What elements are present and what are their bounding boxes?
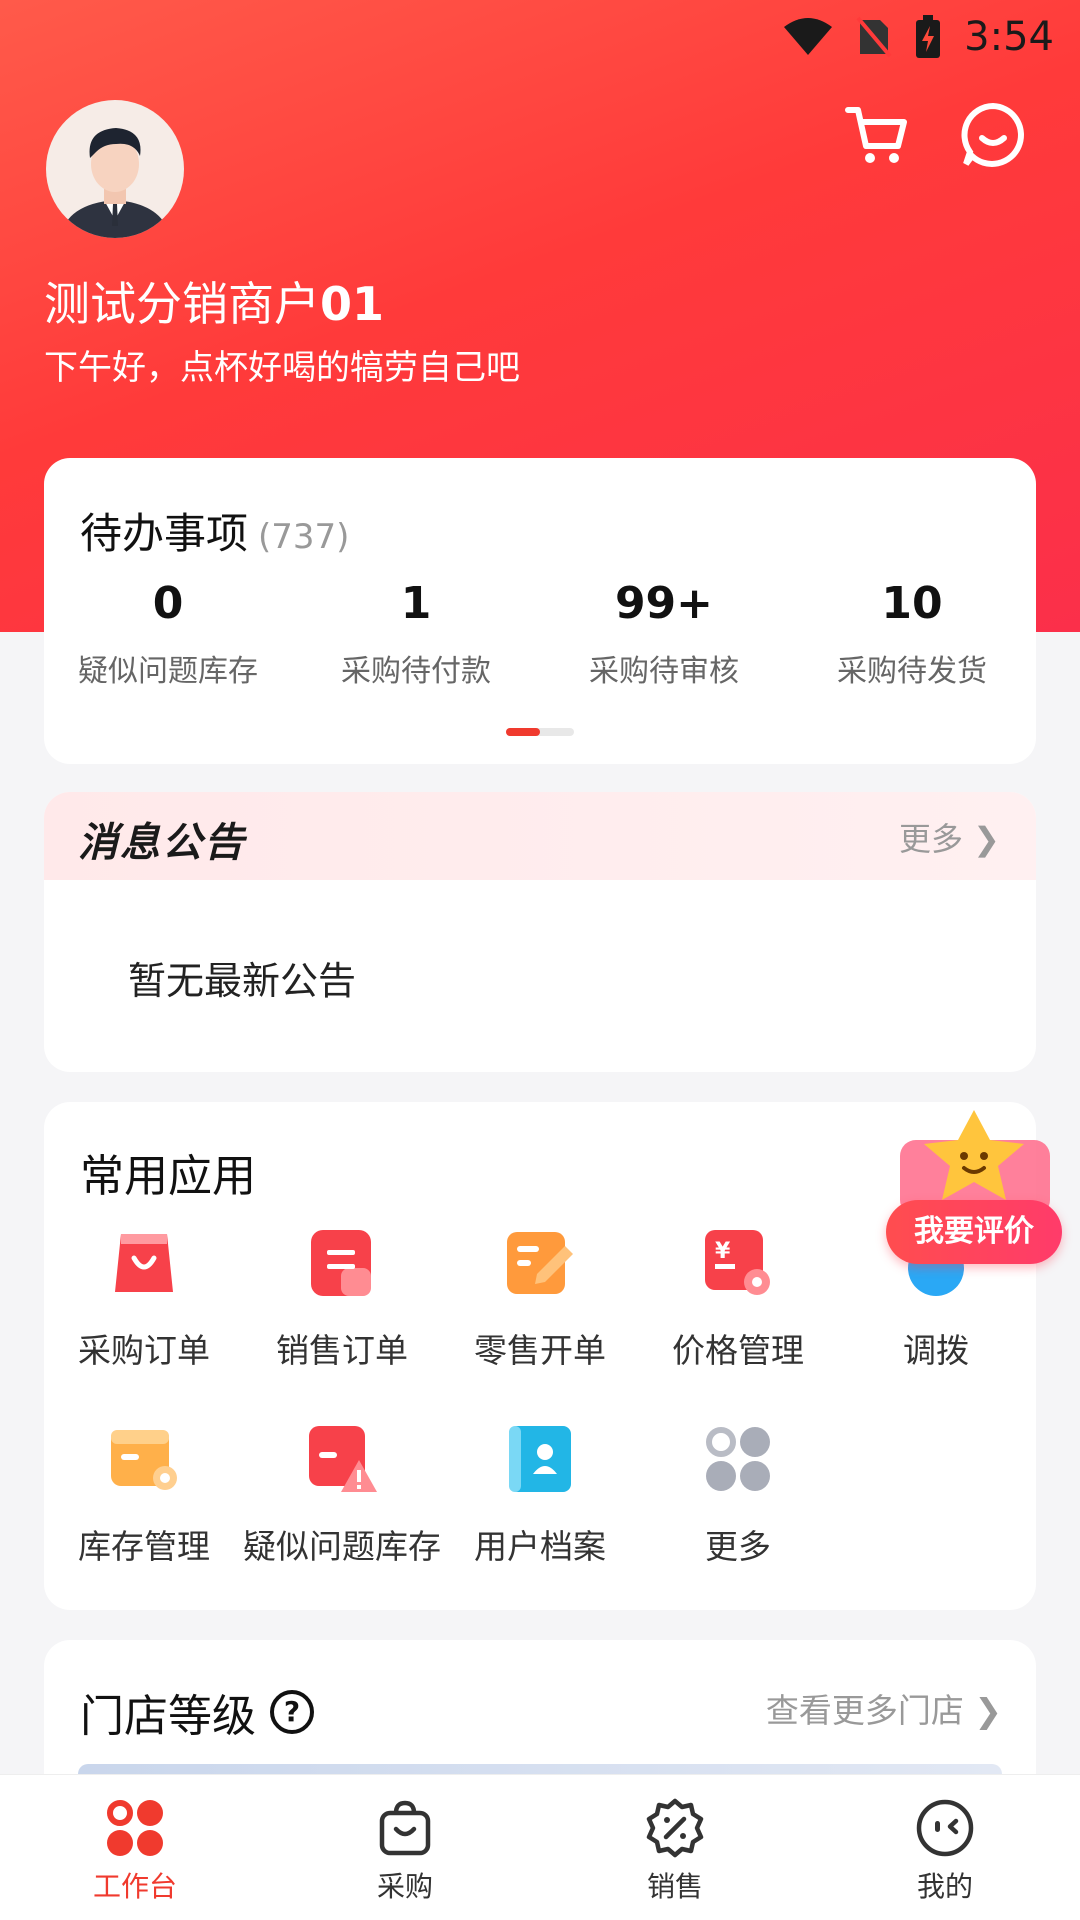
tab-label: 采购 [376, 1870, 433, 1903]
workbench-icon [107, 1800, 163, 1856]
tab-sales[interactable]: 销售 [540, 1775, 810, 1920]
todo-count: (737) [258, 517, 350, 557]
todo-title: 待办事项 (737) [80, 500, 349, 561]
inventory-icon [111, 1430, 177, 1490]
todo-item-pending-review[interactable]: 99+ 采购待审核 [540, 576, 788, 690]
app-label: 更多 [705, 1527, 771, 1566]
app-label: 库存管理 [78, 1527, 210, 1566]
user-name-prefix: 测试分销商户 [44, 277, 320, 331]
user-profile-icon [509, 1426, 571, 1492]
app-label: 价格管理 [672, 1331, 804, 1370]
sales-discount-icon [646, 1798, 704, 1858]
todo-title-text: 待办事项 [80, 509, 249, 558]
app-suspect-stock[interactable]: 疑似问题库存 [242, 1424, 442, 1568]
user-name: 测试分销商户01 [44, 268, 384, 334]
store-level-title-text: 门店等级 [80, 1691, 256, 1742]
status-time: 3:54 [964, 14, 1054, 60]
help-icon[interactable]: ? [270, 1690, 314, 1734]
svg-text:¥: ¥ [715, 1239, 731, 1264]
tab-purchase[interactable]: 采购 [270, 1775, 540, 1920]
todo-value: 0 [152, 578, 184, 629]
battery-charging-icon [916, 15, 941, 58]
shopping-bag-icon [115, 1234, 173, 1292]
order-doc-icon [311, 1230, 371, 1296]
app-user-profile[interactable]: 用户档案 [440, 1424, 640, 1568]
todo-item-pending-shipment[interactable]: 10 采购待发货 [788, 576, 1036, 690]
store-level-title: 门店等级 ? [80, 1680, 314, 1744]
page-indicator-active [506, 728, 540, 736]
tab-profile[interactable]: 我的 [810, 1775, 1080, 1920]
todo-label: 采购待付款 [341, 654, 491, 689]
app-purchase-order[interactable]: 采购订单 [44, 1228, 244, 1372]
message-icon[interactable] [958, 100, 1028, 170]
status-bar: 3:54 [782, 0, 1080, 74]
app-label: 调拨 [903, 1331, 969, 1370]
app-label: 采购订单 [78, 1331, 210, 1370]
notice-title: 消息公告 [78, 820, 246, 866]
notice-header: 消息公告 更多 ❯ [44, 792, 1036, 880]
todo-grid: 0 疑似问题库存 1 采购待付款 99+ 采购待审核 10 采购待发货 [44, 576, 1036, 690]
avatar[interactable] [46, 100, 184, 238]
todo-value: 1 [400, 578, 432, 629]
app-price-management[interactable]: ¥ 价格管理 [638, 1228, 838, 1372]
review-button-label: 我要评价 [886, 1200, 1062, 1264]
todo-label: 采购待发货 [837, 654, 987, 689]
edit-note-icon [507, 1232, 573, 1294]
apps-title: 常用应用 [80, 1151, 256, 1202]
purchase-bag-icon [379, 1800, 431, 1856]
app-label: 零售开单 [474, 1331, 606, 1370]
page-indicator [506, 728, 574, 736]
review-floating-button[interactable]: 我要评价 [886, 1110, 1062, 1270]
todo-label: 采购待审核 [589, 654, 739, 689]
app-inventory[interactable]: 库存管理 [44, 1424, 244, 1568]
app-sales-order[interactable]: 销售订单 [242, 1228, 442, 1372]
notice-more-link[interactable]: 更多 ❯ [899, 814, 1000, 860]
todo-item-pending-payment[interactable]: 1 采购待付款 [292, 576, 540, 690]
notice-card: 消息公告 更多 ❯ 暂无最新公告 [44, 792, 1036, 1072]
todo-card: 待办事项 (737) 0 疑似问题库存 1 采购待付款 99+ 采购待审核 10 … [44, 458, 1036, 764]
todo-value: 99+ [614, 578, 714, 629]
todo-value: 10 [881, 578, 943, 629]
cart-icon[interactable] [842, 100, 912, 170]
app-more[interactable]: 更多 [638, 1424, 838, 1568]
tab-label: 我的 [916, 1870, 973, 1903]
todo-item-suspect-stock[interactable]: 0 疑似问题库存 [44, 576, 292, 690]
greeting-text: 下午好，点杯好喝的犒劳自己吧 [44, 348, 520, 388]
todo-label: 疑似问题库存 [78, 654, 258, 689]
tab-workbench[interactable]: 工作台 [0, 1775, 270, 1920]
avatar-illustration [60, 128, 170, 238]
notice-empty-text: 暂无最新公告 [128, 959, 357, 1003]
more-grid-icon [706, 1427, 770, 1491]
bottom-tab-bar: 工作台 采购 销售 我的 [0, 1774, 1080, 1920]
app-label: 用户档案 [474, 1527, 606, 1566]
view-more-stores-link[interactable]: 查看更多门店 ❯ [766, 1684, 1002, 1732]
app-label: 销售订单 [276, 1331, 408, 1370]
tab-label: 工作台 [92, 1870, 177, 1903]
wifi-icon [784, 18, 833, 55]
app-label: 疑似问题库存 [243, 1527, 441, 1566]
user-name-suffix: 01 [320, 277, 385, 331]
tab-label: 销售 [646, 1870, 703, 1903]
app-retail-billing[interactable]: 零售开单 [440, 1228, 640, 1372]
warning-stock-icon [309, 1426, 377, 1492]
price-tag-icon: ¥ [705, 1230, 770, 1295]
profile-face-icon [916, 1799, 974, 1857]
no-sim-icon [856, 16, 892, 58]
